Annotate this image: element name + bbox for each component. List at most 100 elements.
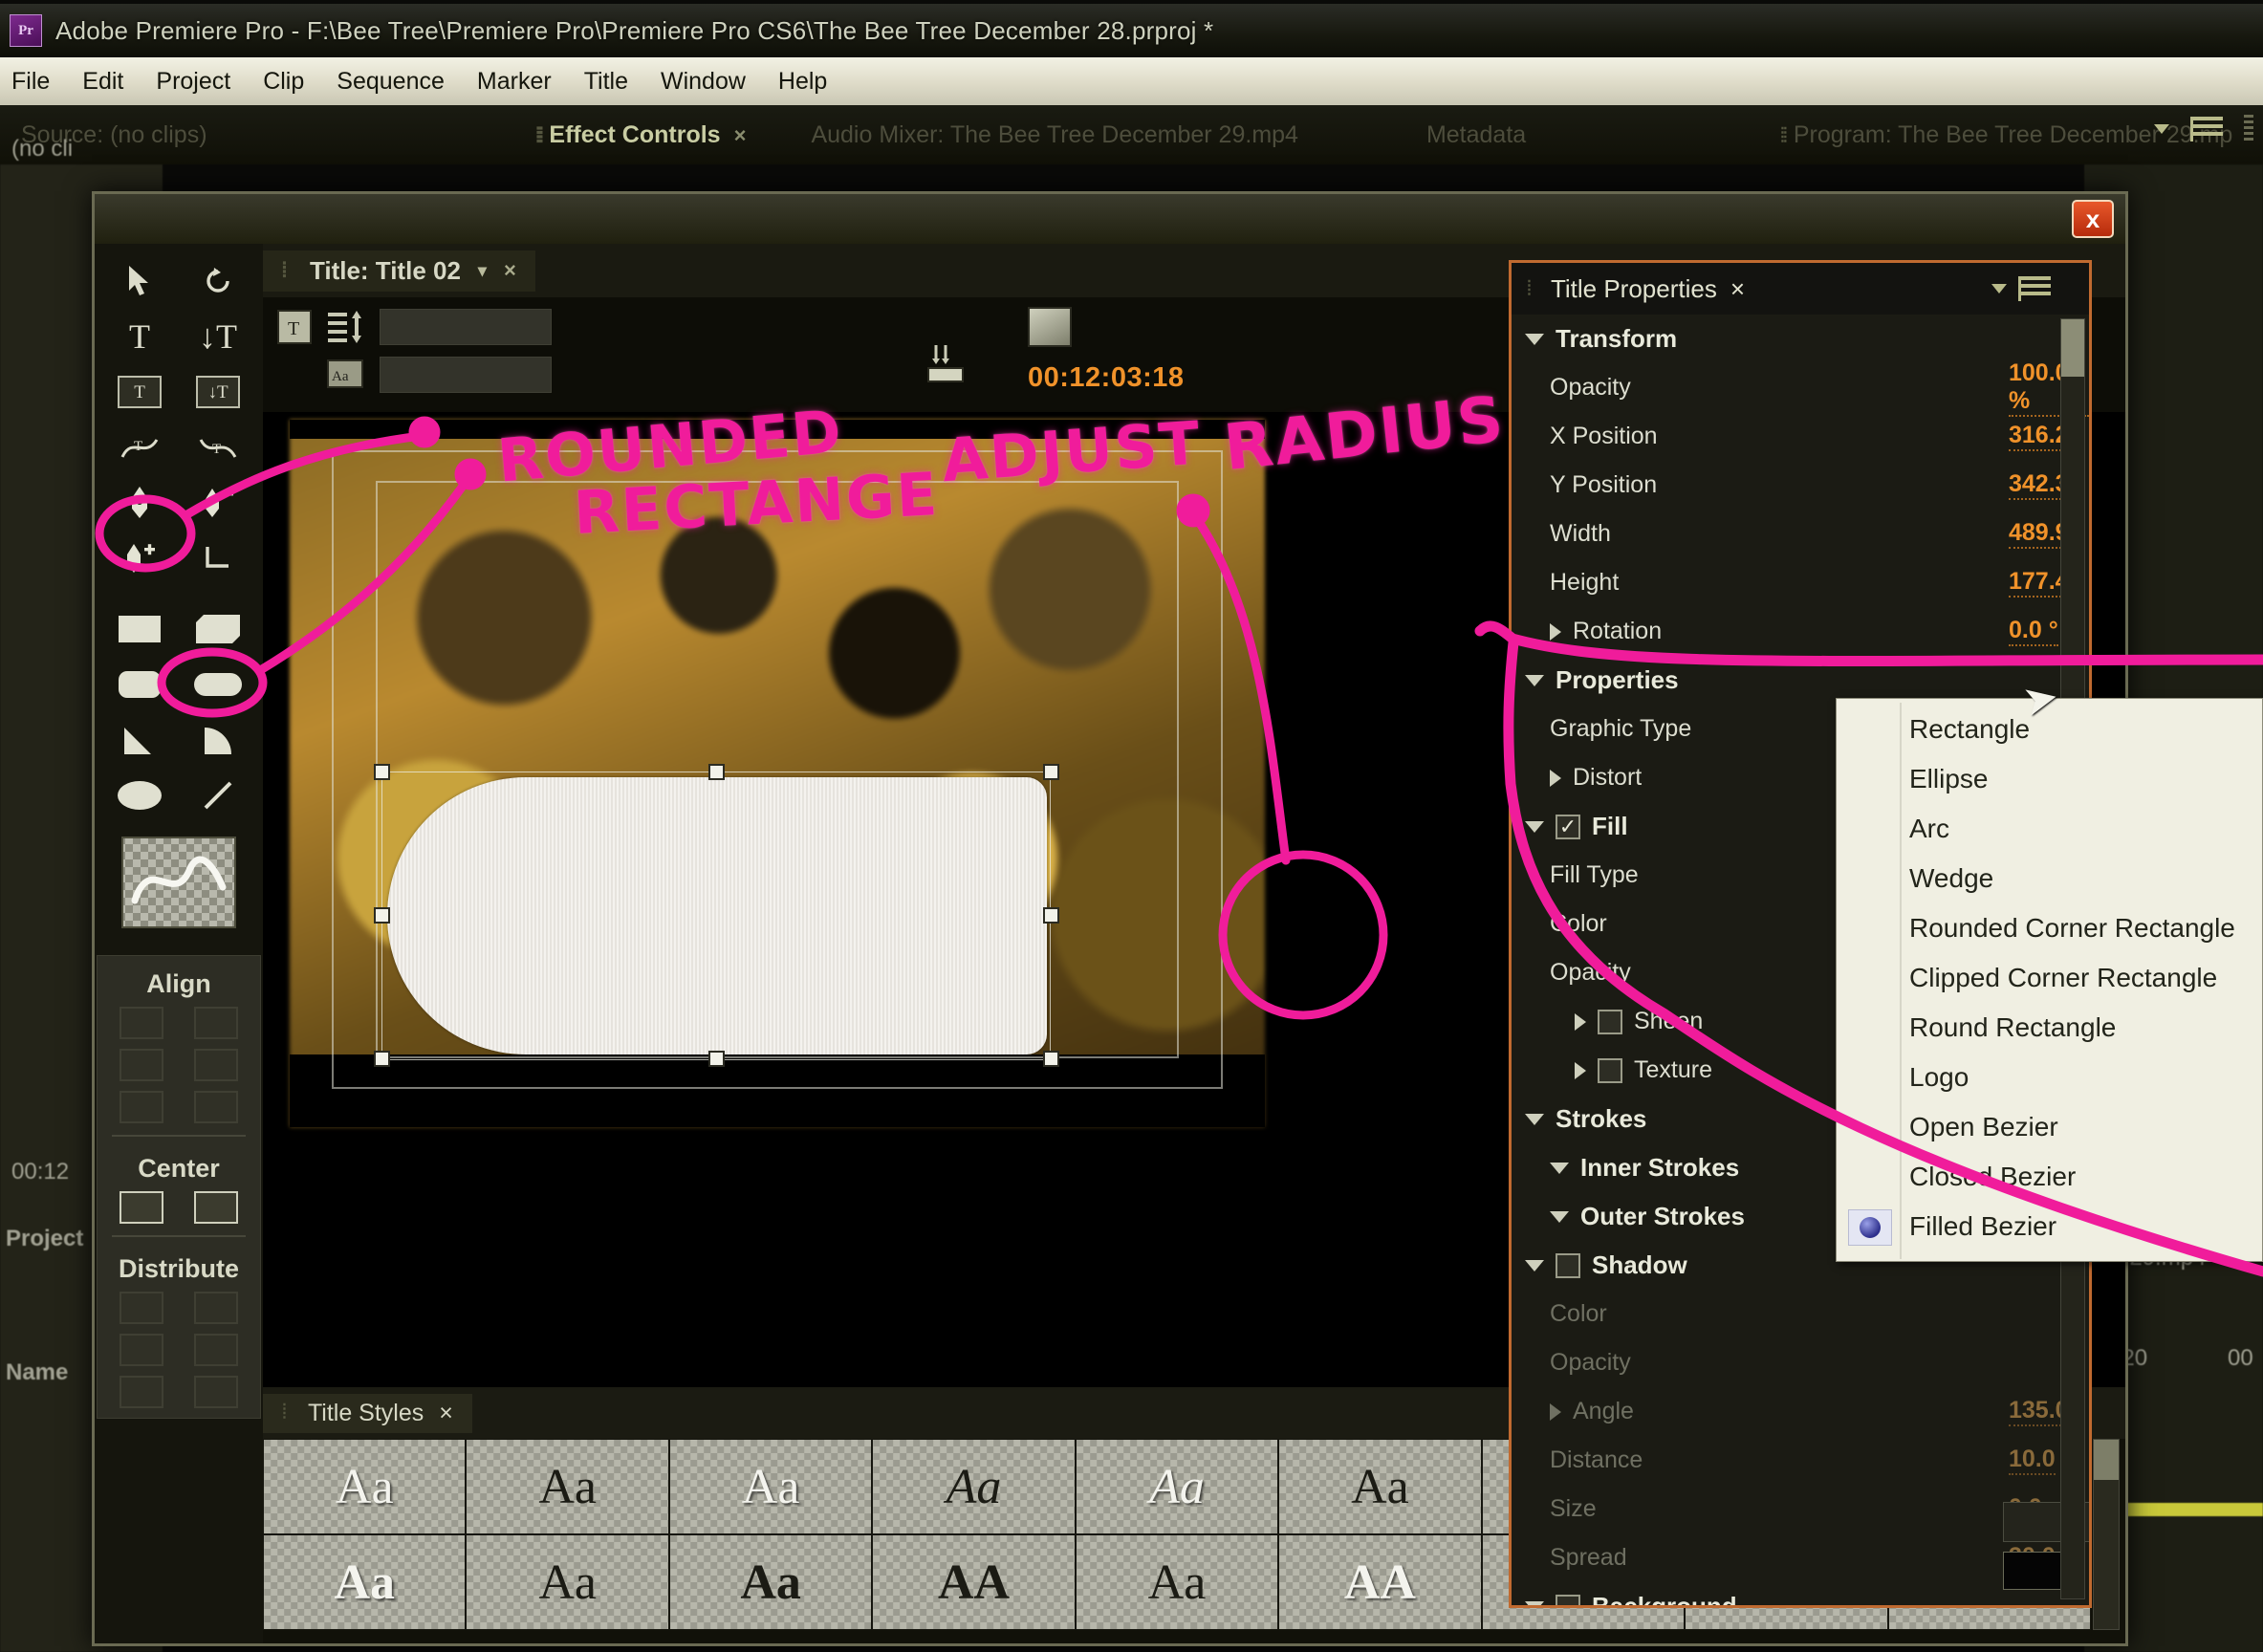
font-family-select[interactable] — [380, 309, 552, 345]
resize-handle-bottom-center[interactable] — [708, 1051, 725, 1067]
area-type-tool-icon[interactable]: T — [112, 368, 167, 416]
center-vertically-button[interactable] — [194, 1191, 238, 1224]
scrollbar-thumb[interactable] — [2094, 1440, 2119, 1480]
dropdown-item-wedge[interactable]: Wedge — [1837, 854, 2262, 903]
row-width[interactable]: Width 489.9 — [1512, 510, 2089, 558]
wedge-tool-icon[interactable] — [112, 716, 167, 764]
menu-item-project[interactable]: Project — [156, 68, 230, 96]
distribute-right-button[interactable] — [120, 1376, 163, 1408]
rounded-rectangle-shape[interactable] — [387, 777, 1047, 1054]
row-rotation-value[interactable]: 0.0 ° — [2009, 617, 2058, 646]
path-type-tool-icon[interactable]: T — [112, 424, 167, 471]
tab-audio-mixer[interactable]: Audio Mixer: The Bee Tree December 29.mp… — [790, 121, 1319, 149]
menu-item-edit[interactable]: Edit — [82, 68, 123, 96]
align-vertical-center-button[interactable] — [194, 1049, 238, 1081]
tab-metadata[interactable]: Metadata — [1405, 121, 1547, 149]
new-title-based-on-current-icon[interactable]: T — [276, 309, 313, 350]
shadow-checkbox[interactable] — [1556, 1252, 1580, 1278]
row-opacity[interactable]: Opacity 100.0 % — [1512, 359, 2089, 417]
style-swatch[interactable]: Aa — [668, 1439, 873, 1534]
tab-title-styles[interactable]: ⦙ Title Styles × — [263, 1393, 472, 1433]
tab-title-properties[interactable]: ⦙ Title Properties × — [1512, 269, 1760, 310]
pen-tool-icon[interactable] — [112, 479, 167, 527]
title-timecode[interactable]: 00:12:03:18 — [1028, 362, 1185, 394]
distribute-center-v-button[interactable] — [194, 1334, 238, 1366]
tab-title-02[interactable]: ⦙ Title: Title 02 ▾ × — [263, 250, 535, 292]
style-swatch[interactable]: Aa — [1075, 1439, 1279, 1534]
resize-handle-middle-left[interactable] — [374, 907, 390, 924]
rectangle-tool-icon[interactable] — [112, 605, 167, 653]
convert-anchor-point-tool-icon[interactable] — [190, 534, 246, 582]
show-background-video-icon[interactable] — [1028, 307, 1072, 347]
chevron-down-icon[interactable] — [1550, 1162, 1569, 1174]
dropdown-item-closed-bezier[interactable]: Closed Bezier — [1837, 1152, 2262, 1202]
dropdown-item-clipped-corner-rectangle[interactable]: Clipped Corner Rectangle — [1837, 953, 2262, 1003]
dropdown-item-logo[interactable]: Logo — [1837, 1053, 2262, 1102]
font-browser-icon[interactable]: Aa — [326, 357, 364, 396]
menu-item-marker[interactable]: Marker — [477, 68, 552, 96]
dropdown-item-ellipse[interactable]: Ellipse — [1837, 754, 2262, 804]
scrollbar-thumb[interactable] — [2061, 319, 2084, 377]
style-swatch[interactable]: Aa — [872, 1439, 1076, 1534]
chevron-down-icon[interactable] — [1550, 1210, 1569, 1223]
menu-item-help[interactable]: Help — [778, 68, 827, 96]
panel-grip-icon[interactable] — [2244, 115, 2253, 143]
title-styles-scrollbar[interactable] — [2093, 1439, 2120, 1630]
fill-checkbox[interactable]: ✓ — [1556, 814, 1580, 839]
resize-handle-bottom-left[interactable] — [374, 1051, 390, 1067]
style-swatch[interactable]: Aa — [466, 1439, 669, 1534]
style-swatch[interactable]: Aa — [1075, 1534, 1279, 1630]
clipped-corner-rectangle-tool-icon[interactable] — [190, 605, 246, 653]
resize-handle-top-right[interactable] — [1043, 764, 1059, 780]
menu-item-clip[interactable]: Clip — [263, 68, 304, 96]
resize-handle-bottom-right[interactable] — [1043, 1051, 1059, 1067]
resize-handle-middle-right[interactable] — [1043, 907, 1059, 924]
row-rotation[interactable]: Rotation 0.0 ° — [1512, 607, 2089, 656]
tab-effect-controls[interactable]: ⦙⦙ Effect Controls × — [515, 121, 768, 149]
chevron-right-icon[interactable] — [1550, 622, 1561, 641]
style-swatch[interactable]: Aa — [668, 1534, 873, 1630]
distribute-top-button[interactable] — [194, 1292, 238, 1324]
distribute-bottom-button[interactable] — [194, 1376, 238, 1408]
chevron-down-icon[interactable] — [1525, 1259, 1544, 1272]
delete-anchor-point-tool-icon[interactable] — [190, 479, 246, 527]
sheen-checkbox[interactable] — [1598, 1009, 1622, 1034]
distribute-center-h-button[interactable] — [120, 1334, 163, 1366]
style-swatch[interactable]: AA — [872, 1534, 1076, 1630]
rotation-tool-icon[interactable] — [190, 257, 246, 305]
arc-tool-icon[interactable] — [190, 716, 246, 764]
vertical-area-type-tool-icon[interactable]: ↓T — [190, 368, 246, 416]
menu-item-window[interactable]: Window — [661, 68, 746, 96]
align-horizontal-center-button[interactable] — [120, 1049, 163, 1081]
tab-stops-icon[interactable] — [923, 343, 972, 390]
eyedropper-icon[interactable]: ✎ — [2087, 1548, 2089, 1581]
selection-tool-icon[interactable] — [112, 257, 167, 305]
chevron-down-icon[interactable] — [1525, 674, 1544, 686]
background-checkbox[interactable] — [1556, 1594, 1580, 1605]
close-icon[interactable]: × — [439, 1400, 453, 1427]
style-swatch[interactable]: Aa — [1278, 1439, 1482, 1534]
round-rectangle-tool-icon[interactable] — [190, 661, 246, 708]
menu-item-file[interactable]: File — [11, 68, 50, 96]
type-tool-icon[interactable]: T — [112, 313, 167, 360]
style-swatch[interactable]: AA — [1278, 1534, 1482, 1630]
section-transform[interactable]: Transform — [1512, 315, 2089, 363]
close-icon[interactable]: × — [504, 258, 516, 283]
chevron-down-icon[interactable] — [2154, 124, 2169, 134]
line-tool-icon[interactable] — [190, 772, 246, 819]
close-icon[interactable]: x — [2072, 200, 2114, 238]
vertical-path-type-tool-icon[interactable]: T — [190, 424, 246, 471]
dropdown-item-filled-bezier[interactable]: Filled Bezier — [1837, 1202, 2262, 1251]
chevron-down-icon[interactable] — [1525, 333, 1544, 345]
dropdown-item-arc[interactable]: Arc — [1837, 804, 2262, 854]
dropdown-item-round-rectangle[interactable]: Round Rectangle — [1837, 1003, 2262, 1053]
row-height[interactable]: Height 177.4 — [1512, 558, 2089, 607]
style-swatch[interactable]: Aa — [263, 1534, 467, 1630]
panel-menu-icon[interactable] — [2190, 117, 2223, 141]
align-right-button[interactable] — [120, 1091, 163, 1123]
roll-crawl-options-icon[interactable] — [326, 309, 364, 350]
close-icon[interactable]: × — [734, 123, 747, 147]
style-swatch[interactable]: Aa — [263, 1439, 467, 1534]
vertical-type-tool-icon[interactable]: ↓T — [190, 313, 246, 360]
chevron-down-icon[interactable] — [1525, 820, 1544, 833]
